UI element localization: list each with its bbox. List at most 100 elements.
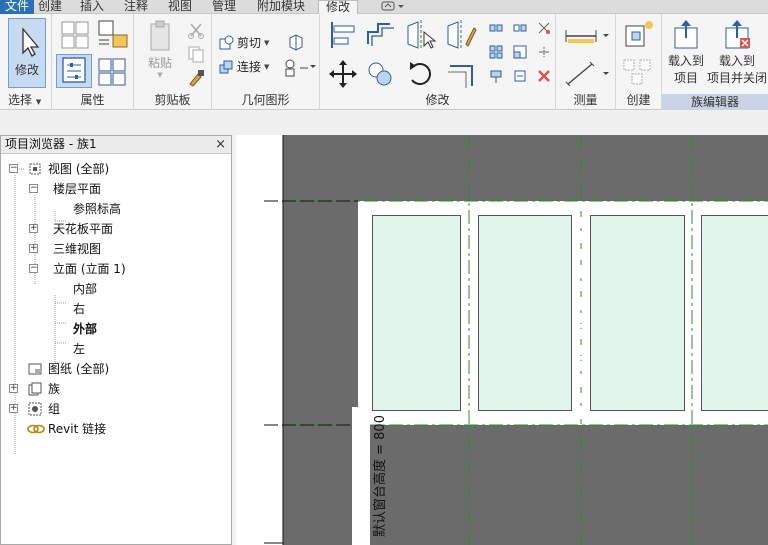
properties-icon — [62, 57, 86, 83]
tree-item-label: 三维视图 — [53, 242, 102, 256]
measure-label: 测量 — [573, 93, 598, 107]
tree-item-right[interactable]: 右 — [73, 299, 85, 319]
align-icon[interactable] — [326, 18, 360, 52]
trim-extend-icon[interactable] — [536, 20, 552, 36]
create-group-icon[interactable] — [620, 56, 656, 88]
panel-modify: 修改 — [320, 14, 556, 110]
expand-toggle[interactable]: + — [9, 404, 18, 413]
collapse-toggle[interactable]: − — [29, 264, 38, 273]
select-label: 选择 — [8, 93, 33, 107]
modify-label: 修改 — [425, 93, 450, 107]
rotate-icon[interactable] — [404, 58, 438, 90]
collapse-toggle[interactable]: − — [29, 184, 38, 193]
offset-icon[interactable] — [364, 18, 398, 52]
tree-item-left[interactable]: 左 — [73, 339, 85, 359]
delete-icon[interactable] — [536, 68, 552, 84]
load-close-line2: 项目并关闭 — [706, 71, 767, 85]
properties-button[interactable] — [56, 54, 92, 88]
create-similar-icon[interactable] — [620, 18, 656, 52]
panel-geometry: 剪切 ▼ 连接 ▼ 几何图形 — [212, 14, 320, 110]
project-browser-title: 项目浏览器 - 族1 × — [1, 136, 231, 154]
geometry-label: 几何图形 — [241, 93, 290, 107]
modify-button-label: 修改 — [14, 63, 39, 77]
tree-item-label: 天花板平面 — [53, 222, 114, 236]
ribbon: 修改 选择 ▼ 属性 粘贴 ▼ 剪贴板 剪切 ▼ 连接 ▼ 几何图形 修改 测量… — [0, 14, 768, 110]
dimension-text: 默认窗台高度 = 800 — [373, 415, 388, 537]
paste-button[interactable]: 粘贴 ▼ — [140, 18, 180, 88]
mirror-pick-axis-icon[interactable] — [404, 18, 438, 52]
panel-family-editor: 载入到 项目 载入到 项目并关闭 族编辑器 — [662, 14, 768, 110]
cut-label: 剪切 — [237, 36, 262, 50]
collapse-toggle[interactable]: − — [9, 164, 18, 173]
families-icon — [28, 382, 42, 396]
tree-item-label: 组 — [48, 402, 61, 416]
array-icon[interactable] — [488, 44, 504, 60]
family-category-icon[interactable] — [96, 18, 130, 52]
join-geometry-button[interactable]: 连接 ▼ — [218, 58, 269, 75]
cut-icon[interactable] — [186, 20, 206, 40]
modify-button[interactable]: 修改 — [8, 18, 46, 88]
project-browser: 项目浏览器 - 族1 × − 视图 (全部) − 楼层平面 参照标高 + 天花板… — [0, 135, 232, 545]
family-types-icon[interactable] — [58, 18, 92, 52]
tab-modify[interactable]: 修改 — [318, 0, 358, 15]
expand-toggle[interactable]: + — [9, 384, 18, 393]
scale-icon[interactable] — [512, 44, 528, 60]
select-dropdown[interactable]: 选择 ▼ — [0, 91, 51, 108]
clipboard-label: 剪贴板 — [154, 93, 191, 107]
views-icon — [29, 163, 41, 175]
tree-item-label: 族 — [48, 382, 61, 396]
tree-item-ref-level[interactable]: 参照标高 — [73, 199, 121, 219]
load-into-project-close-button[interactable]: 载入到 项目并关闭 — [706, 18, 768, 88]
create-label: 创建 — [626, 93, 651, 107]
sill-height-dimension[interactable]: 默认窗台高度 = 800 — [352, 407, 388, 545]
groups-icon — [28, 402, 42, 416]
mirror-draw-axis-icon[interactable] — [444, 18, 478, 52]
dropdown-arrow-icon: ▼ — [264, 62, 270, 71]
tab-annotate[interactable]: 注释 — [118, 0, 154, 14]
panel-properties: 属性 — [52, 14, 134, 110]
split-face-icon[interactable] — [284, 58, 318, 78]
pin-icon[interactable] — [488, 68, 504, 84]
drawing-canvas[interactable]: 默认窗台高度 = 800 — [236, 135, 768, 545]
aligned-dimension-icon[interactable] — [562, 58, 610, 88]
ribbon-display-toggle[interactable] — [380, 0, 406, 12]
move-icon-small[interactable] — [488, 20, 504, 36]
tree-item-label: Revit 链接 — [48, 422, 107, 436]
copy-move-icon[interactable] — [364, 58, 398, 90]
tree-item-exterior[interactable]: 外部 — [73, 319, 97, 339]
tab-addins[interactable]: 附加模块 — [250, 0, 312, 14]
cut-geometry-icon — [219, 35, 234, 49]
tab-file[interactable]: 文件 — [0, 0, 34, 14]
tree-item-label: 立面 (立面 1) — [53, 262, 126, 276]
type-properties-icon[interactable] — [96, 56, 130, 88]
move-icon[interactable] — [326, 58, 360, 90]
link-icon — [27, 424, 45, 434]
wall-joins-icon[interactable] — [286, 32, 306, 52]
load-into-project-line2: 项目 — [673, 71, 698, 85]
measure-icon[interactable] — [562, 24, 610, 48]
tab-insert[interactable]: 插入 — [74, 0, 110, 14]
family-editor-label: 族编辑器 — [662, 94, 768, 110]
trim-to-corner-icon[interactable] — [444, 58, 478, 90]
tab-view[interactable]: 视图 — [162, 0, 198, 14]
load-into-project-icon — [674, 20, 698, 49]
copy-element-icon[interactable] — [512, 20, 528, 36]
split-element-icon[interactable] — [536, 44, 552, 60]
load-into-project-line1: 载入到 — [667, 54, 704, 68]
expand-toggle[interactable]: + — [29, 224, 38, 233]
tree-item-interior[interactable]: 内部 — [73, 279, 97, 299]
unpin-icon[interactable] — [512, 68, 528, 84]
dropdown-arrow-icon: ▼ — [157, 71, 163, 79]
join-label: 连接 — [237, 60, 262, 74]
expand-toggle[interactable]: + — [29, 244, 38, 253]
copy-icon[interactable] — [186, 44, 206, 64]
cut-geometry-button[interactable]: 剪切 ▼ — [218, 34, 269, 51]
panel-create: 创建 — [616, 14, 662, 110]
load-into-project-button[interactable]: 载入到 项目 — [664, 18, 708, 88]
tab-manage[interactable]: 管理 — [206, 0, 242, 14]
tab-create[interactable]: 创建 — [34, 0, 66, 14]
match-properties-icon[interactable] — [186, 68, 206, 88]
close-icon[interactable]: × — [215, 136, 226, 153]
sheets-icon — [28, 363, 42, 375]
load-and-close-icon — [725, 20, 750, 49]
